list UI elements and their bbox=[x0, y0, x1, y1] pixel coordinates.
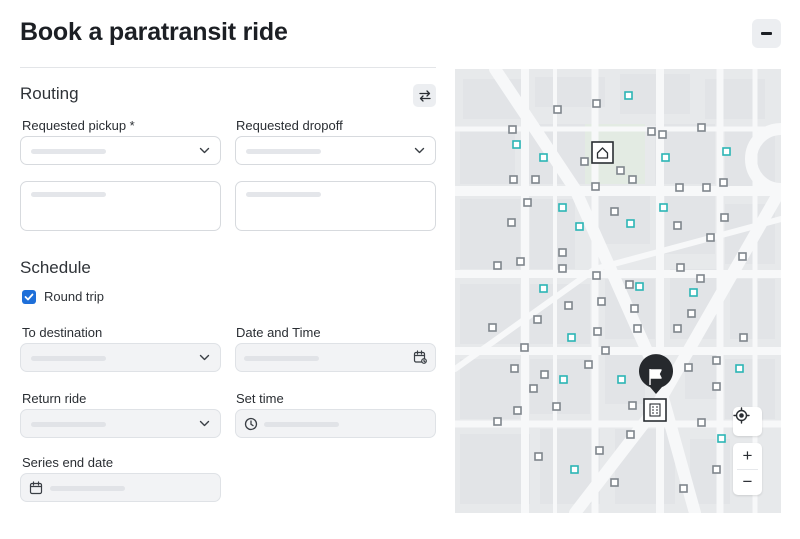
collapse-button[interactable] bbox=[752, 19, 781, 48]
placeholder-bar bbox=[246, 149, 321, 154]
placeholder-bar bbox=[31, 356, 106, 361]
zoom-control: + − bbox=[733, 443, 762, 495]
pickup-label: Requested pickup * bbox=[22, 118, 135, 133]
placeholder-bar bbox=[31, 192, 106, 197]
swap-locations-button[interactable] bbox=[413, 84, 436, 107]
divider bbox=[20, 67, 436, 68]
chevron-down-icon bbox=[199, 354, 210, 361]
route-map[interactable]: + − bbox=[455, 69, 781, 513]
locate-button[interactable] bbox=[733, 407, 762, 436]
series-end-label: Series end date bbox=[22, 455, 114, 470]
round-trip-checkbox[interactable]: Round trip bbox=[22, 289, 104, 304]
date-time-label: Date and Time bbox=[236, 325, 321, 340]
to-destination-select[interactable] bbox=[20, 343, 221, 372]
placeholder-bar bbox=[264, 422, 339, 427]
page-title: Book a paratransit ride bbox=[20, 18, 288, 46]
date-time-input[interactable] bbox=[235, 343, 436, 372]
set-time-label: Set time bbox=[236, 391, 284, 406]
return-ride-label: Return ride bbox=[22, 391, 87, 406]
series-end-date-input[interactable] bbox=[20, 473, 221, 502]
routing-heading: Routing bbox=[20, 84, 79, 103]
home-icon[interactable] bbox=[591, 141, 614, 164]
chevron-down-icon bbox=[199, 420, 210, 427]
zoom-out-button[interactable]: − bbox=[733, 469, 762, 495]
chevron-down-icon bbox=[414, 147, 425, 154]
clock-icon bbox=[244, 417, 258, 431]
swap-arrows-icon bbox=[418, 89, 431, 102]
placeholder-bar bbox=[246, 192, 321, 197]
minus-icon bbox=[761, 32, 772, 35]
pickup-select[interactable] bbox=[20, 136, 221, 165]
chevron-down-icon bbox=[199, 147, 210, 154]
calendar-icon bbox=[29, 481, 43, 495]
calendar-clock-icon bbox=[413, 350, 427, 364]
placeholder-bar bbox=[50, 486, 125, 491]
dropoff-notes-field[interactable] bbox=[235, 181, 436, 231]
return-ride-select[interactable] bbox=[20, 409, 221, 438]
crosshair-icon bbox=[733, 407, 750, 424]
checkbox-checked-icon[interactable] bbox=[22, 289, 36, 304]
pickup-notes-field[interactable] bbox=[20, 181, 221, 231]
zoom-in-button[interactable]: + bbox=[733, 443, 762, 469]
round-trip-label: Round trip bbox=[44, 289, 104, 304]
schedule-heading: Schedule bbox=[20, 258, 91, 277]
building-icon[interactable] bbox=[643, 398, 667, 422]
set-time-input[interactable] bbox=[235, 409, 436, 438]
placeholder-bar bbox=[31, 149, 106, 154]
dropoff-select[interactable] bbox=[235, 136, 436, 165]
to-destination-label: To destination bbox=[22, 325, 103, 340]
dropoff-label: Requested dropoff bbox=[236, 118, 343, 133]
placeholder-bar bbox=[31, 422, 106, 427]
placeholder-bar bbox=[244, 356, 319, 361]
booking-page: Book a paratransit ride Routing Requeste… bbox=[0, 0, 800, 539]
